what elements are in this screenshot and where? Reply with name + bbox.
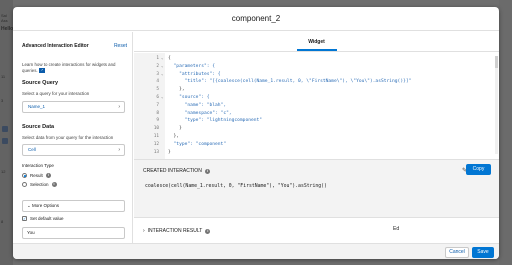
code-line: "attributes": {: [168, 71, 221, 77]
editor-scrollbar[interactable]: [495, 56, 498, 154]
code-line: "namespace": "c",: [168, 110, 232, 116]
line-number: 7: [156, 102, 159, 108]
background-number: 3: [1, 98, 4, 103]
code-line: "title": "[{coalesce(cell(Name_1.result,…: [168, 79, 412, 85]
source-data-select[interactable]: Cell ›: [22, 144, 125, 156]
code-line: "name": "blah",: [168, 102, 227, 108]
json-code-editor[interactable]: 1 ⌄{2 ⌄ "parameters": {3 ⌄ "attributes": {4…: [134, 53, 499, 159]
interaction-type-title: Interaction Type: [22, 163, 54, 168]
more-options-toggle[interactable]: ⌄ More Options: [22, 200, 125, 212]
interaction-result-header[interactable]: › INTERACTION RESULT i: [143, 228, 211, 234]
radio-button[interactable]: [22, 182, 27, 187]
line-number: 6: [156, 95, 159, 100]
source-query-select[interactable]: Name_1 ›: [22, 101, 125, 113]
code-line: }: [168, 126, 182, 132]
radio-label: Selection: [30, 182, 49, 187]
radio-button-selected[interactable]: [22, 173, 27, 178]
default-value-input[interactable]: You: [22, 227, 125, 239]
line-number: 3: [156, 71, 159, 77]
panel-title: Advanced Interaction Editor: [22, 43, 89, 49]
created-interaction-header: CREATED INTERACTION i: [143, 168, 210, 174]
code-line: },: [168, 134, 180, 139]
modal-footer: Cancel Save: [13, 243, 499, 259]
copy-button[interactable]: Copy: [466, 164, 491, 175]
external-link-icon[interactable]: ↗: [38, 68, 45, 74]
tab-bar: Widget: [134, 32, 499, 52]
modal-header: component_2: [13, 7, 499, 31]
source-data-subtitle: Select data from your query for the inte…: [22, 135, 114, 140]
line-number: 9: [156, 118, 159, 124]
code-line: "type": "lightningcomponent": [168, 118, 263, 124]
code-line: {: [168, 56, 171, 61]
interaction-result-section[interactable]: › INTERACTION RESULT i Ed: [134, 217, 499, 243]
background-text: Hello: [1, 26, 14, 32]
fold-chevron-icon[interactable]: ⌄: [161, 94, 163, 99]
line-number: 1: [156, 56, 159, 61]
left-panel: Advanced Interaction Editor Reset Learn …: [13, 32, 133, 243]
reset-link[interactable]: Reset: [114, 43, 127, 49]
code-line: }: [168, 149, 171, 155]
background-number: 8: [1, 219, 4, 224]
interaction-result-value: Ed: [393, 226, 400, 232]
info-icon: i: [205, 228, 211, 234]
info-icon: i: [51, 182, 57, 187]
checkbox-checked[interactable]: ✓: [22, 216, 27, 221]
code-line: "type": "component": [168, 141, 227, 147]
info-icon: i: [204, 168, 210, 174]
background-icon: [2, 138, 8, 144]
line-number: 2: [156, 63, 159, 69]
background-right-edge: [499, 0, 512, 265]
code-line: "source": {: [168, 95, 210, 100]
description-text: Learn how to create interactions for wid…: [22, 62, 116, 73]
modal-title: component_2: [231, 14, 281, 23]
set-default-checkbox-row[interactable]: ✓ Set default value: [22, 216, 64, 221]
line-number: 11: [153, 134, 159, 139]
scrollbar-thumb[interactable]: [495, 56, 498, 68]
created-interaction-title: CREATED INTERACTION: [143, 168, 202, 174]
line-number: 10: [153, 126, 159, 132]
line-number: 13: [153, 149, 159, 155]
right-panel: Widget 1 ⌄{2 ⌄ "parameters": {3 ⌄ "attribut…: [134, 32, 499, 243]
chevron-right-icon: ›: [118, 147, 120, 153]
source-data-value: Cell: [28, 147, 36, 152]
source-query-title: Source Query: [22, 80, 59, 86]
radio-result[interactable]: Result i: [22, 173, 51, 178]
background-sidebar: Sal Ass Hello 11 3 12 8: [0, 0, 13, 265]
left-panel-header: Advanced Interaction Editor Reset: [22, 43, 127, 49]
interaction-editor-modal: component_2 Advanced Interaction Editor …: [13, 7, 499, 259]
code-line: "parameters": {: [168, 63, 216, 69]
line-number: 4: [156, 79, 159, 85]
fold-chevron-icon[interactable]: ⌄: [161, 55, 163, 60]
line-number: 8: [156, 110, 159, 116]
fold-chevron-icon[interactable]: ⌄: [161, 71, 163, 76]
background-icon: [2, 126, 8, 132]
background-text: Ass: [1, 18, 8, 23]
interaction-result-title: INTERACTION RESULT: [147, 228, 203, 234]
panel-description: Learn how to create interactions for wid…: [22, 62, 122, 74]
radio-selection[interactable]: Selection i: [22, 182, 57, 187]
line-number: 5: [156, 87, 159, 93]
more-options-label: More Options: [32, 203, 60, 208]
info-icon: i: [45, 173, 51, 178]
code-line: },: [168, 87, 185, 93]
set-default-label: Set default value: [30, 216, 64, 221]
background-number: 11: [1, 74, 6, 79]
created-interaction-section: CREATED INTERACTION i ✎ Copy coalesce(ce…: [134, 159, 499, 217]
line-number: 12: [153, 141, 159, 147]
tab-widget[interactable]: Widget: [296, 39, 337, 51]
source-query-subtitle: Select a query for your interaction: [22, 91, 90, 96]
source-query-value: Name_1: [28, 104, 46, 109]
created-interaction-code: coalesce(cell(Name_1.result, 0, "FirstNa…: [145, 184, 327, 189]
background-number: 12: [1, 169, 6, 174]
fold-chevron-icon[interactable]: ⌄: [161, 63, 163, 68]
save-button[interactable]: Save: [472, 247, 494, 258]
source-data-title: Source Data: [22, 124, 55, 130]
chevron-right-icon: ›: [118, 104, 120, 110]
radio-label: Result: [30, 173, 43, 178]
cancel-button[interactable]: Cancel: [445, 247, 469, 258]
chevron-right-icon: ›: [143, 228, 145, 234]
